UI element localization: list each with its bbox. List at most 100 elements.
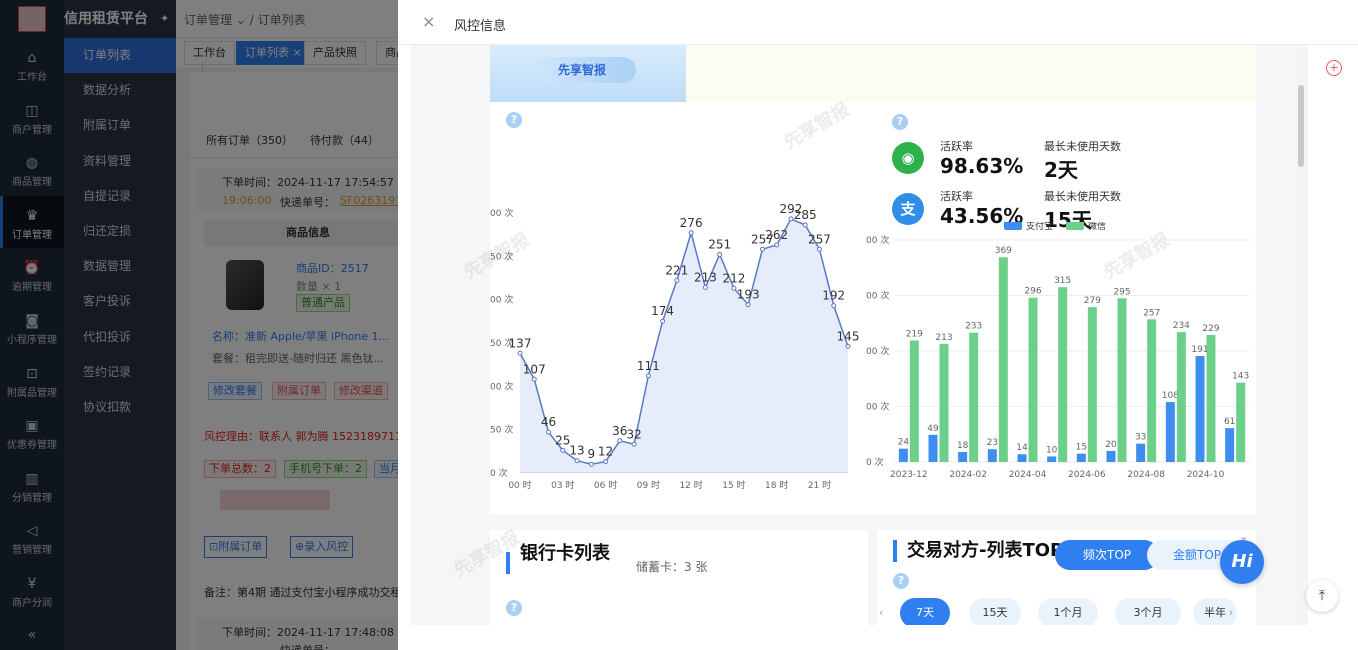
bar bbox=[1225, 428, 1235, 462]
data-point bbox=[745, 302, 751, 308]
bar bbox=[969, 332, 979, 462]
data-label: 221 bbox=[665, 263, 688, 277]
bar-label: 315 bbox=[1054, 276, 1071, 286]
data-label: 32 bbox=[626, 427, 641, 441]
data-label: 137 bbox=[509, 336, 532, 350]
data-point bbox=[802, 222, 808, 228]
y-tick-label: 00 次 bbox=[490, 380, 513, 392]
bar-label: 33 bbox=[1135, 433, 1146, 443]
data-point bbox=[674, 277, 680, 283]
wechat-active-value: 98.63% bbox=[940, 154, 1024, 178]
help-icon[interactable]: ? bbox=[892, 114, 908, 130]
bar bbox=[898, 448, 908, 462]
y-tick-label: 00 次 bbox=[866, 345, 889, 357]
counterparty-title: 交易对方-列表TOP bbox=[907, 540, 1064, 561]
legend-swatch-wechat bbox=[1066, 222, 1084, 230]
bar-label: 233 bbox=[965, 322, 982, 332]
bar bbox=[1206, 334, 1216, 462]
bar bbox=[998, 257, 1008, 462]
data-label: 36 bbox=[612, 424, 627, 438]
data-label: 46 bbox=[541, 415, 556, 429]
chevron-right-icon[interactable]: › bbox=[1229, 606, 1233, 619]
legend-swatch-alipay bbox=[1004, 222, 1022, 230]
monthly-bar-chart: 支付宝 微信 0 次 00 次 00 次 00 次 00 次 24 49 18 23 14 10 15 20… bbox=[866, 222, 1250, 480]
x-tick-label: 2023-12 bbox=[890, 470, 928, 480]
app-root: ⌂工作台◫商户管理◍商品管理♛订单管理⏰逾期管理◙小程序管理⊡附属品管理▣优惠券… bbox=[0, 0, 1358, 650]
debit-card-count: 储蓄卡：3 张 bbox=[636, 560, 708, 574]
bar bbox=[1147, 319, 1157, 462]
data-point bbox=[617, 438, 623, 444]
bar-label: 191 bbox=[1191, 345, 1208, 355]
bar bbox=[1028, 297, 1038, 462]
bar-label: 257 bbox=[1143, 308, 1160, 318]
bar bbox=[1106, 450, 1116, 462]
close-icon[interactable]: × bbox=[422, 12, 435, 31]
modal-mask[interactable] bbox=[0, 0, 398, 650]
bar bbox=[958, 452, 968, 462]
drawer-title: 风控信息 bbox=[454, 19, 507, 34]
x-tick-label: 2024-04 bbox=[1009, 470, 1047, 480]
hourly-area-chart: 0 次50 次00 次50 次00 次50 次00 次137107462513 9… bbox=[490, 202, 859, 491]
data-label: 9 bbox=[587, 447, 595, 461]
x-tick-label: 18 时 bbox=[765, 479, 788, 491]
legend-label: 支付宝 bbox=[1026, 222, 1053, 232]
x-tick-label: 2024-02 bbox=[949, 470, 987, 480]
x-tick-label: 03 时 bbox=[551, 479, 574, 491]
bar bbox=[1165, 402, 1175, 462]
alipay-icon: 支 bbox=[892, 193, 924, 225]
bar bbox=[1236, 382, 1246, 462]
period-3m[interactable]: 3个月 bbox=[1115, 598, 1181, 625]
bar-label: 15 bbox=[1076, 443, 1087, 453]
data-label: 251 bbox=[708, 237, 731, 251]
drawer-content: 先享智报 ? ? 先享智报 先享智报 先享智报 先享智报 0 次50 次00 次… bbox=[410, 45, 1298, 625]
data-point bbox=[574, 458, 580, 464]
x-tick-label: 2024-06 bbox=[1068, 470, 1106, 480]
data-point bbox=[759, 246, 765, 252]
bar bbox=[1117, 298, 1127, 462]
data-point bbox=[645, 373, 651, 379]
plus-icon[interactable]: + bbox=[1326, 60, 1342, 76]
data-label: 257 bbox=[808, 232, 831, 246]
chat-assistant-button[interactable]: Hi bbox=[1220, 540, 1264, 584]
period-15d[interactable]: 15天 bbox=[969, 598, 1021, 625]
data-label: 276 bbox=[680, 216, 703, 230]
data-label: 262 bbox=[765, 228, 788, 242]
y-tick-label: 00 次 bbox=[866, 234, 889, 246]
data-point bbox=[845, 343, 851, 349]
bar-label: 213 bbox=[935, 333, 952, 343]
y-tick-label: 00 次 bbox=[866, 401, 889, 413]
help-icon[interactable]: ? bbox=[893, 573, 909, 589]
bar bbox=[1176, 332, 1186, 462]
bar bbox=[909, 340, 919, 462]
wechat-unused-value: 2天 bbox=[1044, 158, 1078, 182]
back-to-top-icon[interactable]: ⤒ bbox=[1306, 580, 1338, 612]
bar-label: 49 bbox=[927, 424, 939, 434]
data-label: 13 bbox=[569, 444, 584, 458]
bar-label: 14 bbox=[1016, 443, 1028, 453]
bar bbox=[1017, 454, 1027, 462]
frequency-top-button[interactable]: 频次TOP bbox=[1055, 540, 1159, 570]
data-point bbox=[560, 447, 566, 453]
y-tick-label: 00 次 bbox=[490, 294, 513, 306]
x-tick-label: 2024-08 bbox=[1127, 470, 1165, 480]
period-7d[interactable]: 7天 bbox=[900, 598, 950, 625]
bar bbox=[1136, 443, 1146, 462]
data-point bbox=[774, 242, 780, 248]
data-label: 213 bbox=[694, 270, 717, 284]
watermark: 先享智报 bbox=[450, 527, 524, 582]
bar-label: 369 bbox=[995, 246, 1012, 256]
risk-drawer: × 风控信息 + 先享智报 ? ? 先享智报 先享智报 先享智报 先享智报 0 … bbox=[398, 0, 1358, 650]
data-point bbox=[831, 303, 837, 309]
alipay-unused-label: 最长未使用天数 bbox=[1044, 190, 1121, 203]
data-label: 192 bbox=[822, 289, 845, 303]
y-tick-label: 0 次 bbox=[490, 467, 508, 479]
chevron-left-icon[interactable]: ‹ bbox=[879, 606, 883, 619]
help-icon[interactable]: ? bbox=[506, 600, 522, 616]
bar bbox=[1047, 456, 1057, 462]
bar-label: 18 bbox=[957, 441, 969, 451]
scrollbar-thumb[interactable] bbox=[1298, 85, 1304, 167]
x-tick-label: 2024-10 bbox=[1187, 470, 1225, 480]
banner-right bbox=[686, 45, 1256, 102]
period-1m[interactable]: 1个月 bbox=[1038, 598, 1098, 625]
data-point bbox=[688, 230, 694, 236]
